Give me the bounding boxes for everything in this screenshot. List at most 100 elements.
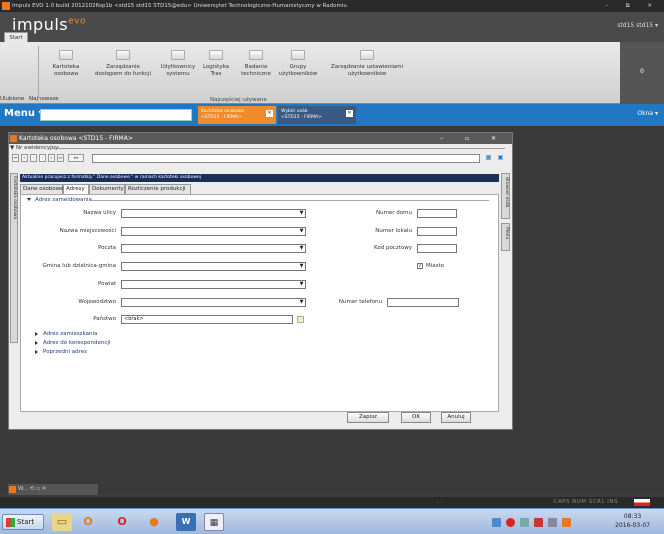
window-controls[interactable]: – ⧉ ✕ (605, 0, 660, 12)
window-title: Impuls EVO 1.0 build 20121026sp1b <std15… (12, 3, 347, 9)
ribbon-route-logistics-button[interactable]: Logistyka Tras (196, 50, 236, 78)
folder-icon (171, 50, 185, 60)
language-flag-icon[interactable] (634, 499, 650, 506)
app-logo-icon (9, 486, 16, 493)
folder-icon (59, 50, 73, 60)
voivodeship-select[interactable]: ▼ (121, 298, 306, 307)
chevron-down-icon: ▼ (299, 281, 304, 287)
folder-icon (291, 50, 305, 60)
postal-code-field[interactable] (417, 244, 457, 253)
first-record-button[interactable]: ⏮ (12, 154, 19, 162)
tab-documents[interactable]: Dokumenty (89, 184, 125, 194)
network-icon[interactable] (492, 518, 501, 527)
chevron-down-icon: ▼ (299, 210, 304, 216)
firefox-icon[interactable]: ● (144, 513, 164, 531)
street-name-select[interactable]: ▼ (121, 209, 306, 218)
expand-icon (35, 349, 38, 354)
section-correspondence-address[interactable]: Adres do korespondencji (35, 340, 110, 346)
flat-number-label: Numer lokalu (375, 228, 412, 234)
side-tab-menu[interactable]: Menu (501, 223, 510, 251)
app-logo-icon (10, 135, 17, 142)
clock[interactable]: 08:33 2016-03-07 (615, 512, 650, 530)
menu-button[interactable]: Menu ▾ (4, 108, 43, 119)
open-tab-person-selection[interactable]: Wybór osób <STD15 - FIRMA> ✕ (278, 106, 356, 124)
municipality-select[interactable]: ▼ (121, 262, 306, 271)
section-previous-address[interactable]: Poprzedni adres (35, 349, 87, 355)
sync-icon[interactable] (520, 518, 529, 527)
country-label: Państwo (93, 316, 116, 322)
save-button[interactable]: Zapisz (347, 412, 389, 423)
next-page-button[interactable]: » (48, 154, 55, 162)
city-checkbox-label: Miasto (426, 263, 445, 269)
ribbon-personnel-file-button[interactable]: Kartoteka osobowa (42, 50, 90, 78)
record-selector-field[interactable] (92, 154, 480, 163)
antivirus-icon[interactable] (506, 518, 515, 527)
county-select[interactable]: ▼ (121, 280, 306, 289)
side-tab-person-browser[interactable]: Browser osób (501, 173, 510, 219)
phone-number-field[interactable] (387, 298, 459, 307)
chevron-down-icon: ▼ (299, 245, 304, 251)
section-registered-address[interactable]: Adres zameldowania (27, 197, 92, 203)
tab-addresses[interactable]: Adresy (63, 184, 89, 194)
start-button[interactable]: Start (2, 514, 44, 530)
phone-number-label: Numer telefonu (338, 299, 382, 305)
ribbon-technical-tests-button[interactable]: Badania techniczne (232, 50, 280, 78)
ribbon-system-users-button[interactable]: Użytkownicy systemu (154, 50, 202, 78)
calculator-icon[interactable]: ▦ (204, 513, 224, 531)
section-residence-address[interactable]: Adres zamieszkania (35, 331, 97, 337)
list-menu-button[interactable]: ≣▾ (68, 154, 84, 162)
tab-production-settlement[interactable]: Rozliczenie produkcji (125, 184, 191, 194)
dialog-title: Kartoteka osobowa <STD15 - FIRMA> (19, 135, 133, 142)
explorer-icon[interactable]: ▭ (52, 513, 72, 531)
open-tab-personnel-file[interactable]: Kartoteka osobowa <STD15 - FIRMA> ✕ (198, 106, 276, 124)
ribbon-user-settings-button[interactable]: Zarządzanie ustawieniami użytkowników (324, 50, 410, 78)
country-picker-icon[interactable] (297, 316, 304, 323)
house-number-field[interactable] (417, 209, 457, 218)
app-logo-icon (2, 2, 10, 10)
country-field[interactable]: <brak> (121, 315, 293, 324)
personnel-file-window: Kartoteka osobowa <STD15 - FIRMA> – ▫ ✕ … (8, 132, 513, 430)
user-menu[interactable]: std15 std15 ▾ (617, 22, 658, 29)
menu-bar: Menu ▾ Kartoteka osobowa <STD15 - FIRMA> … (0, 104, 664, 126)
favorites-link[interactable]: Ulubione (0, 96, 24, 102)
cancel-button[interactable]: Anuluj (441, 412, 471, 423)
dialog-window-controls[interactable]: – ▫ ✕ (440, 133, 506, 144)
dialog-title-bar: Kartoteka osobowa <STD15 - FIRMA> – ▫ ✕ (9, 133, 512, 144)
tab-personal-data[interactable]: Dane osobowe (20, 184, 64, 194)
record-number-row: ▼ Nr ewidencyjny: (10, 145, 511, 152)
display-icon[interactable] (548, 518, 557, 527)
tab-start[interactable]: Start (4, 32, 28, 42)
context-info-bar: Aktualnie pracujesz z formatką " Dane os… (20, 174, 499, 182)
close-icon[interactable]: ✕ (346, 110, 353, 117)
voivodeship-label: Województwo (78, 299, 116, 305)
next-record-button[interactable]: › (39, 154, 46, 162)
city-name-label: Nazwa miejscowości (59, 228, 116, 234)
volume-icon[interactable] (562, 518, 571, 527)
status-dots: ... (436, 499, 442, 505)
word-icon[interactable]: W (176, 513, 196, 531)
calendar-icon[interactable]: ▦ (484, 153, 493, 163)
side-tab-personnel-file[interactable]: Kartoteka osobowa (10, 173, 18, 343)
outlook-icon[interactable]: O (78, 513, 98, 531)
city-name-select[interactable]: ▼ (121, 227, 306, 236)
county-label: Powiat (97, 281, 116, 287)
close-icon[interactable]: ✕ (266, 110, 273, 117)
last-record-button[interactable]: ⏭ (57, 154, 64, 162)
folder-icon[interactable]: ▣ (496, 153, 505, 163)
windows-menu[interactable]: Okna ▾ (637, 110, 658, 117)
prev-record-button[interactable]: ‹ (30, 154, 37, 162)
ribbon-left-labels: Ulubione Najnowsze (0, 96, 62, 102)
city-checkbox[interactable]: ✓ (417, 263, 423, 269)
ok-button[interactable]: OK (401, 412, 431, 423)
opera-icon[interactable]: O (112, 513, 132, 531)
flat-number-field[interactable] (417, 227, 457, 236)
menu-search-input[interactable] (40, 109, 192, 121)
post-office-select[interactable]: ▼ (121, 244, 306, 253)
ribbon-access-management-button[interactable]: Zarządzanie dostępem do funkcji (92, 50, 154, 78)
minimized-window[interactable]: W... ⟲ ▫ ✕ (8, 484, 98, 495)
recent-link[interactable]: Najnowsze (29, 96, 59, 102)
ribbon-user-groups-button[interactable]: Grupy użytkowników (274, 50, 322, 78)
alert-icon[interactable] (534, 518, 543, 527)
notification-badge[interactable]: 0 (620, 42, 664, 104)
prev-page-button[interactable]: « (21, 154, 28, 162)
